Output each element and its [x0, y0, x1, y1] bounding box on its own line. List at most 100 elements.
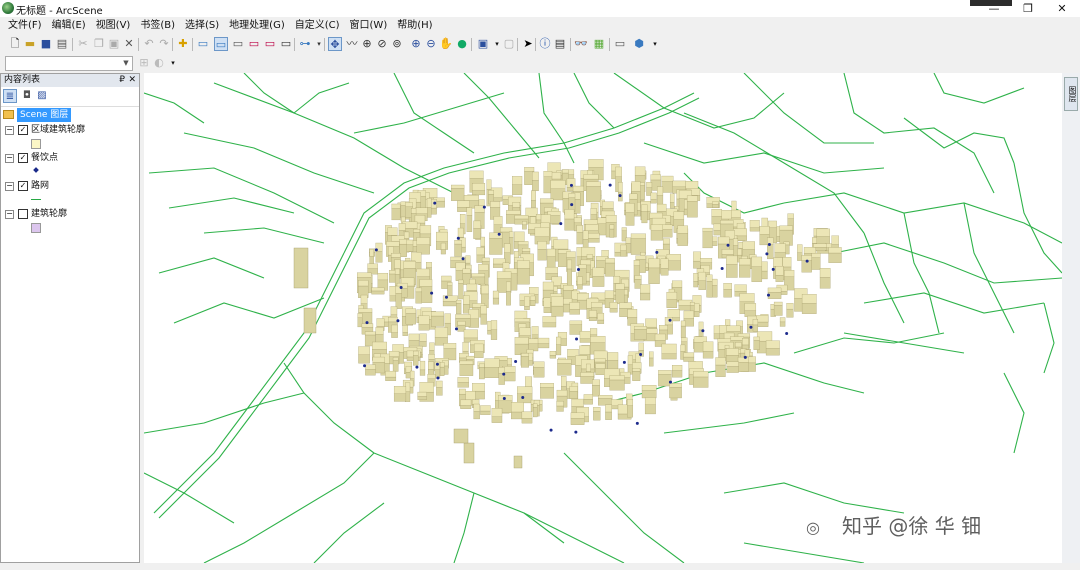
collapse-icon[interactable]: −: [5, 210, 14, 219]
pan-icon[interactable]: ✋: [439, 37, 453, 51]
collapse-icon[interactable]: −: [5, 126, 14, 135]
building-block: [556, 336, 562, 356]
animation-icon[interactable]: ▭: [247, 37, 261, 51]
delete-icon[interactable]: ✕: [122, 37, 136, 51]
menu-help[interactable]: 帮助(H): [392, 17, 437, 34]
copy-icon[interactable]: ❐: [92, 37, 106, 51]
building-block: [605, 404, 612, 420]
building-block: [656, 186, 664, 207]
undo-icon[interactable]: ↶: [142, 37, 156, 51]
building-block: [514, 337, 529, 355]
restaurant-point: [444, 295, 448, 299]
zoom-out-icon[interactable]: ⊖: [424, 37, 438, 51]
center-target-icon[interactable]: ⊕: [360, 37, 374, 51]
find-icon[interactable]: 👓: [574, 37, 588, 51]
full-extent-icon[interactable]: ●: [455, 37, 469, 51]
identify-icon[interactable]: ⓘ: [538, 37, 552, 51]
paste-icon[interactable]: ▣: [107, 37, 121, 51]
layer-checkbox[interactable]: [18, 209, 28, 219]
new-document-icon[interactable]: 🗋: [8, 37, 22, 51]
window-title: 无标题 - ArcScene: [16, 6, 103, 17]
scene-view[interactable]: [144, 73, 1062, 563]
select-elements-icon[interactable]: ➤: [521, 37, 535, 51]
restaurant-point: [726, 243, 730, 247]
chevron-down-icon: ▼: [123, 59, 129, 67]
navigate-icon[interactable]: ✥: [328, 37, 342, 51]
menu-selection[interactable]: 选择(S): [180, 17, 224, 34]
building-block: [576, 225, 583, 245]
building-block: [569, 302, 580, 315]
menu-bookmarks[interactable]: 书签(B): [135, 17, 180, 34]
building-block: [426, 198, 432, 218]
menu-view[interactable]: 视图(V): [91, 17, 136, 34]
layer-dropdown[interactable]: ▼: [5, 56, 133, 71]
building-block: [473, 343, 484, 358]
restaurant-point: [570, 203, 574, 207]
building-block: [801, 294, 817, 314]
toolbar2-overflow-icon[interactable]: ▾: [648, 37, 662, 51]
capture-icon[interactable]: ▭: [263, 37, 277, 51]
collapse-icon[interactable]: −: [5, 154, 14, 163]
viewer-icon[interactable]: ▭: [279, 37, 293, 51]
print-icon[interactable]: ▤: [55, 37, 69, 51]
list-by-drawing-order-icon[interactable]: ≣: [3, 89, 17, 103]
select-graphics-icon[interactable]: ▢: [502, 37, 516, 51]
toc-title: 内容列表: [4, 75, 41, 85]
menu-file[interactable]: 文件(F): [3, 17, 47, 34]
minimize-button[interactable]: —: [977, 0, 1011, 17]
restaurant-point: [433, 201, 437, 205]
add-data-icon[interactable]: ✚: [176, 37, 190, 51]
arrange-icon[interactable]: ⊶: [298, 37, 312, 51]
menu-window[interactable]: 窗口(W): [345, 17, 393, 34]
3d-effects-toolbar: ▼ ⊞ ◐ ▾: [0, 54, 1080, 73]
restore-button[interactable]: ❐: [1011, 0, 1045, 17]
scene-canvas[interactable]: [144, 73, 1062, 563]
set-observer-icon[interactable]: ⊚: [390, 37, 404, 51]
pin-icon[interactable]: ₽: [119, 74, 125, 87]
layer-name: 餐饮点: [31, 153, 59, 163]
layer-transparency-icon[interactable]: ⊞: [137, 56, 151, 70]
scene-view-icon[interactable]: ▭: [214, 37, 228, 51]
zoom-in-icon[interactable]: ⊕: [409, 37, 423, 51]
building-block: [512, 176, 523, 195]
fly-icon[interactable]: 〰: [345, 37, 359, 51]
building-block: [634, 326, 647, 340]
redo-icon[interactable]: ↷: [157, 37, 171, 51]
open-folder-icon[interactable]: ▬: [23, 37, 37, 51]
dock-tab-layers[interactable]: 图层: [1064, 77, 1078, 111]
building-block: [693, 371, 709, 388]
layer-checkbox[interactable]: ✓: [18, 125, 28, 135]
collapse-icon[interactable]: −: [5, 182, 14, 191]
window-icon[interactable]: ▭: [231, 37, 245, 51]
restaurant-point: [399, 286, 403, 290]
menu-edit[interactable]: 编辑(E): [47, 17, 91, 34]
narrow-fov-icon[interactable]: ▣: [476, 37, 490, 51]
measure-icon[interactable]: ▦: [592, 37, 606, 51]
building-block: [419, 333, 427, 347]
layer-checkbox[interactable]: ✓: [18, 181, 28, 191]
table-window-icon[interactable]: ▭: [613, 37, 627, 51]
toolbar3-overflow-icon[interactable]: ▾: [166, 56, 180, 70]
list-by-source-icon[interactable]: ◘: [20, 89, 34, 103]
list-by-visibility-icon[interactable]: ▨: [35, 89, 49, 103]
building-block: [436, 380, 443, 396]
building-block: [580, 372, 595, 384]
save-icon[interactable]: ■: [39, 37, 53, 51]
layer-checkbox[interactable]: ✓: [18, 153, 28, 163]
close-button[interactable]: ✕: [1045, 0, 1079, 17]
watermark-text: 知乎 @徐 华 钿: [842, 514, 982, 538]
building-block: [801, 255, 812, 273]
zoom-target-icon[interactable]: ⊘: [375, 37, 389, 51]
restaurant-point: [435, 362, 439, 366]
menu-customize[interactable]: 自定义(C): [290, 17, 345, 34]
building-block: [649, 351, 654, 367]
html-popup-icon[interactable]: ▤: [553, 37, 567, 51]
restaurant-point: [396, 319, 400, 323]
restaurant-point: [549, 428, 553, 432]
lighting-icon[interactable]: ◐: [152, 56, 166, 70]
cut-icon[interactable]: ✂: [76, 37, 90, 51]
arctoolbox-icon[interactable]: ⬢: [632, 37, 646, 51]
menu-geoprocessing[interactable]: 地理处理(G): [224, 17, 290, 34]
toc-close-icon[interactable]: ✕: [128, 74, 136, 87]
layer-view-icon[interactable]: ▭: [196, 37, 210, 51]
